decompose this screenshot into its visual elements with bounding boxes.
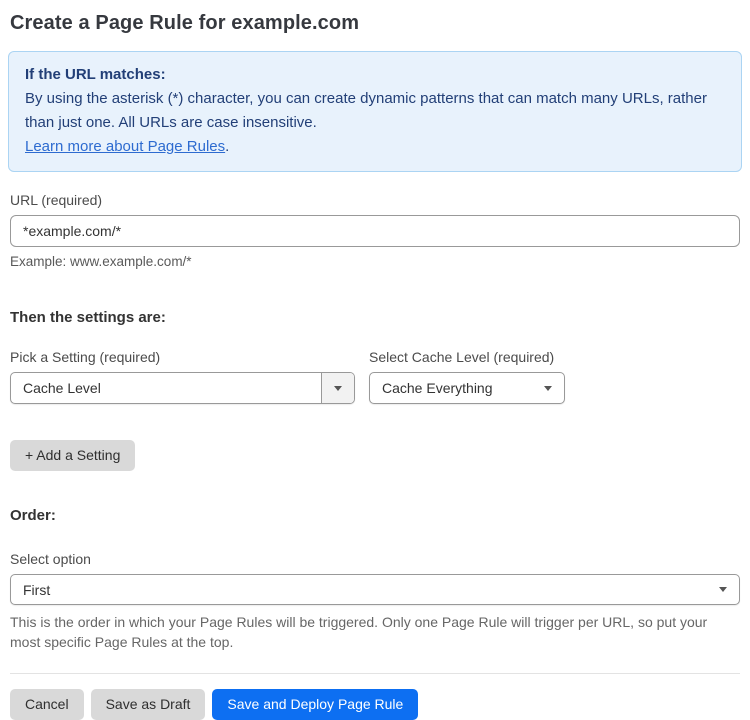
setting-select-value: Cache Level <box>23 380 101 396</box>
info-box-body: By using the asterisk (*) character, you… <box>25 90 707 131</box>
chevron-down-icon <box>719 587 727 592</box>
chevron-down-icon <box>544 385 552 391</box>
learn-more-link[interactable]: Learn more about Page Rules <box>25 138 225 155</box>
actions-divider <box>10 672 740 674</box>
order-select[interactable]: First <box>10 574 740 605</box>
setting-select[interactable]: Cache Level <box>10 372 355 404</box>
actions-row: Cancel Save as Draft Save and Deploy Pag… <box>10 688 740 720</box>
chevron-down-icon <box>334 385 342 391</box>
url-example-text: Example: www.example.com/* <box>10 254 192 269</box>
cache-level-select-value: Cache Everything <box>382 380 493 396</box>
cache-level-select[interactable]: Cache Everything <box>369 372 565 404</box>
setting-select-arrow-segment[interactable] <box>321 373 354 403</box>
order-select-value: First <box>23 581 51 598</box>
cancel-button[interactable]: Cancel <box>10 688 84 720</box>
order-section-heading: Order: <box>10 507 56 524</box>
setting-select-label: Pick a Setting (required) <box>10 349 161 365</box>
info-box-link-line: Learn more about Page Rules. <box>25 135 725 159</box>
settings-selects-row: Pick a Setting (required) Cache Level Se… <box>10 349 740 404</box>
settings-section-heading: Then the settings are: <box>10 309 166 326</box>
page-rule-form: Create a Page Rule for example.com If th… <box>0 0 750 720</box>
order-help-text: This is the order in which your Page Rul… <box>10 614 708 651</box>
url-field-label: URL (required) <box>10 192 103 208</box>
url-match-info-box: If the URL matches: By using the asteris… <box>8 51 742 172</box>
setting-column: Pick a Setting (required) Cache Level <box>10 349 355 404</box>
cache-level-select-label: Select Cache Level (required) <box>369 349 555 365</box>
link-suffix: . <box>225 138 230 155</box>
cache-level-column: Select Cache Level (required) Cache Ever… <box>369 349 565 404</box>
order-select-label: Select option <box>10 551 91 567</box>
add-setting-button[interactable]: + Add a Setting <box>10 440 136 471</box>
url-input[interactable] <box>10 215 740 247</box>
info-box-heading: If the URL matches: <box>25 66 166 83</box>
page-title: Create a Page Rule for example.com <box>10 12 360 34</box>
save-deploy-button[interactable]: Save and Deploy Page Rule <box>212 688 419 720</box>
save-draft-button[interactable]: Save as Draft <box>90 688 206 720</box>
